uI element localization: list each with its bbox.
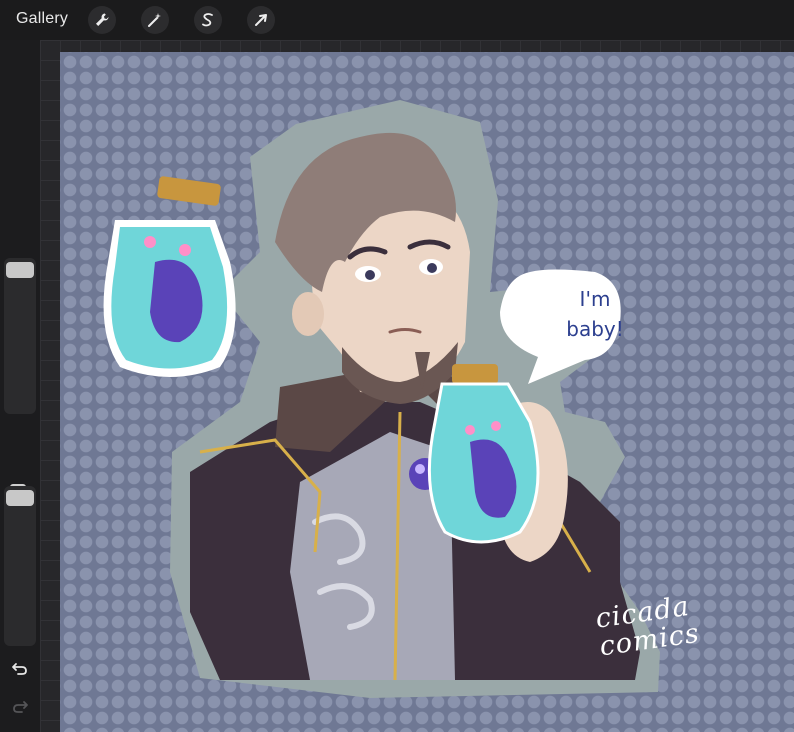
- magic-wand-icon: [148, 13, 161, 27]
- brush-size-slider[interactable]: [4, 258, 36, 414]
- actions-button[interactable]: [88, 6, 116, 34]
- transform-button[interactable]: [247, 6, 275, 34]
- opacity-handle[interactable]: [6, 490, 34, 506]
- gallery-button[interactable]: Gallery: [16, 10, 68, 28]
- drawing-canvas[interactable]: I'm baby! cicada comics: [60, 52, 794, 732]
- speech-bubble-line2: baby!: [566, 317, 624, 341]
- arrow-cursor-icon: [255, 14, 267, 26]
- undo-icon[interactable]: [10, 658, 30, 678]
- top-toolbar: Gallery: [0, 0, 794, 40]
- selection-button[interactable]: [194, 6, 222, 34]
- speech-bubble-line1: I'm: [579, 287, 611, 311]
- left-sidebar: [0, 40, 40, 732]
- wrench-icon: [96, 13, 109, 26]
- adjustments-button[interactable]: [141, 6, 169, 34]
- brush-size-handle[interactable]: [6, 262, 34, 278]
- opacity-slider[interactable]: [4, 486, 36, 646]
- speech-bubble-text: I'm baby!: [550, 284, 640, 344]
- redo-icon[interactable]: [10, 696, 30, 716]
- selection-s-icon: [202, 13, 213, 27]
